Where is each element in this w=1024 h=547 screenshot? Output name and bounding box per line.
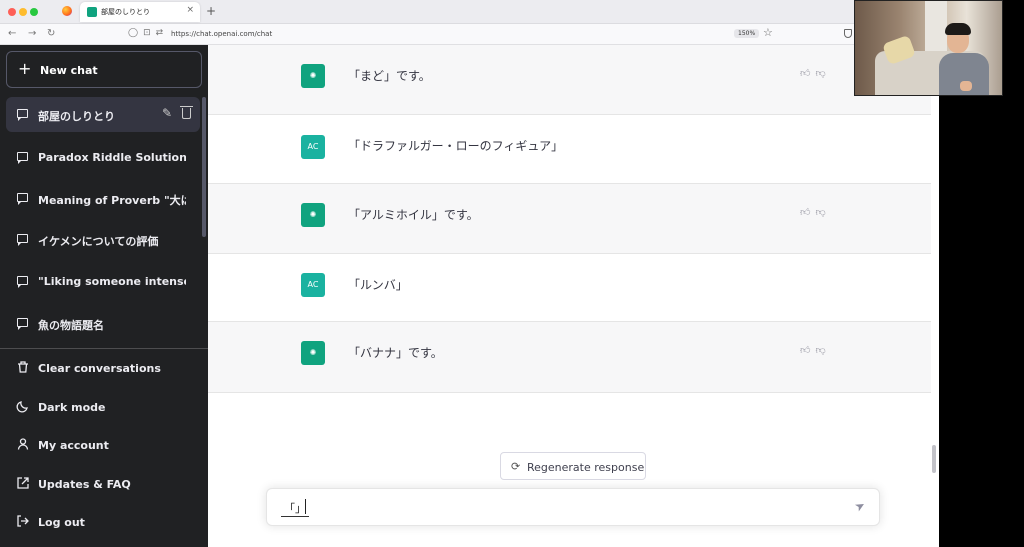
message-input[interactable]: 「」 ➤	[266, 488, 880, 526]
trash-icon	[18, 361, 28, 373]
back-button[interactable]: ←	[8, 28, 16, 39]
message-text: 「ドラファルガー・ローのフィギュア」	[348, 139, 564, 153]
user-message: AC 「ドラファルガー・ローのフィギュア」	[208, 115, 931, 184]
chatgpt-favicon-icon	[87, 7, 97, 17]
chat-bubble-icon	[17, 318, 28, 330]
log-out-button[interactable]: Log out	[6, 505, 202, 539]
tab-strip: 部屋のしりとり × +	[0, 0, 939, 24]
chat-main: ✺ 「まど」です。 👍︎👎︎ AC 「ドラファルガー・ローのフィギュア」 ✺ 「…	[208, 45, 939, 547]
external-link-icon	[17, 477, 29, 489]
maximize-window-button[interactable]	[30, 8, 38, 16]
plus-icon: +	[18, 59, 32, 78]
new-chat-button[interactable]: + New chat	[6, 51, 202, 88]
conversation-title: Meaning of Proverb "大は小	[38, 194, 186, 207]
chat-bubble-icon	[17, 193, 28, 205]
updates-faq-button[interactable]: Updates & FAQ	[6, 467, 202, 501]
feedback-thumbs-icon[interactable]: 👍︎👎︎	[800, 344, 831, 356]
bookmark-star-icon[interactable]: ☆	[763, 26, 773, 39]
chat-bubble-icon	[17, 276, 28, 288]
conversation-title: 魚の物語題名	[38, 319, 104, 332]
conversation-item[interactable]: 魚の物語題名	[6, 306, 200, 341]
my-account-button[interactable]: My account	[6, 428, 202, 462]
url-field[interactable]: https://chat.openai.com/chat	[171, 30, 272, 38]
send-icon[interactable]: ➤	[852, 497, 868, 514]
user-avatar: AC	[301, 135, 325, 159]
close-window-button[interactable]	[8, 8, 16, 16]
sidebar-scrollbar[interactable]	[202, 97, 206, 237]
zoom-badge[interactable]: 150%	[734, 29, 760, 38]
conversation-item[interactable]: イケメンについての評価	[6, 222, 200, 257]
menu-label: Log out	[38, 516, 85, 529]
new-chat-label: New chat	[40, 64, 98, 77]
user-message: AC 「ルンバ」	[208, 254, 931, 322]
sidebar-divider	[0, 348, 208, 349]
user-avatar: AC	[301, 273, 325, 297]
feedback-thumbs-icon[interactable]: 👍︎👎︎	[800, 206, 831, 218]
menu-label: Clear conversations	[38, 362, 161, 375]
user-icon	[17, 438, 29, 450]
conversation-title: イケメンについての評価	[38, 235, 159, 248]
new-tab-button[interactable]: +	[206, 4, 216, 18]
message-text: 「バナナ」です。	[348, 346, 443, 360]
conversation-title: 部屋のしりとり	[38, 110, 115, 123]
firefox-icon	[62, 6, 72, 16]
chat-bubble-icon	[17, 109, 28, 121]
conversation-item[interactable]: "Liking someone intensely"	[6, 264, 200, 299]
assistant-message: ✺ 「バナナ」です。 👍︎👎︎	[208, 322, 931, 393]
assistant-message: ✺ 「まど」です。 👍︎👎︎	[208, 45, 931, 115]
conversation-item[interactable]: Paradox Riddle Solution	[6, 140, 200, 175]
tab-close-button[interactable]: ×	[186, 5, 194, 15]
message-text: 「まど」です。	[348, 69, 431, 83]
clear-conversations-button[interactable]: Clear conversations	[6, 351, 202, 385]
tab-title: 部屋のしりとり	[101, 8, 150, 16]
assistant-message: ✺ 「アルミホイル」です。 👍︎👎︎	[208, 184, 931, 254]
url-bar: ← → ↻ ◯⊡⇄ https://chat.openai.com/chat 1…	[0, 24, 939, 45]
webcam-overlay	[854, 0, 1003, 96]
openai-logo-icon: ✺	[301, 64, 325, 88]
browser-window: 部屋のしりとり × + ← → ↻ ◯⊡⇄ https://chat.opena…	[0, 0, 939, 547]
reload-button[interactable]: ↻	[47, 28, 55, 39]
menu-label: My account	[38, 439, 109, 452]
minimize-window-button[interactable]	[19, 8, 27, 16]
chat-bubble-icon	[17, 152, 28, 164]
menu-label: Updates & FAQ	[38, 478, 131, 491]
conversation-list: 部屋のしりとり ✎ Paradox Riddle Solution Meanin…	[0, 97, 208, 347]
conversation-title: Paradox Riddle Solution	[38, 151, 186, 164]
chat-bubble-icon	[17, 234, 28, 246]
openai-logo-icon: ✺	[301, 341, 325, 365]
logout-icon	[17, 515, 29, 527]
browser-tab[interactable]: 部屋のしりとり ×	[80, 2, 200, 22]
trash-icon[interactable]	[180, 106, 193, 119]
conversation-item[interactable]: 部屋のしりとり ✎	[6, 97, 200, 132]
openai-logo-icon: ✺	[301, 203, 325, 227]
feedback-thumbs-icon[interactable]: 👍︎👎︎	[800, 67, 831, 79]
refresh-icon: ⟳	[511, 460, 521, 473]
message-text: 「ルンバ」	[348, 278, 408, 292]
forward-button[interactable]: →	[28, 28, 36, 39]
dark-mode-button[interactable]: Dark mode	[6, 390, 202, 424]
regenerate-response-button[interactable]: ⟳ Regenerate response	[500, 452, 646, 480]
text-caret	[305, 499, 306, 514]
pencil-icon[interactable]: ✎	[162, 106, 172, 120]
message-text: 「アルミホイル」です。	[348, 208, 479, 222]
conversation-title: "Liking someone intensely"	[38, 275, 186, 288]
menu-label: Dark mode	[38, 401, 106, 414]
site-info-icons[interactable]: ◯⊡⇄	[128, 28, 168, 38]
moon-icon	[16, 401, 28, 413]
sidebar: + New chat 部屋のしりとり ✎ Paradox Riddle Solu…	[0, 45, 208, 547]
pocket-icon[interactable]	[844, 29, 852, 38]
regenerate-label: Regenerate response	[527, 461, 645, 474]
conversation-item[interactable]: Meaning of Proverb "大は小	[6, 181, 200, 216]
chat-scrollbar[interactable]	[932, 445, 936, 473]
